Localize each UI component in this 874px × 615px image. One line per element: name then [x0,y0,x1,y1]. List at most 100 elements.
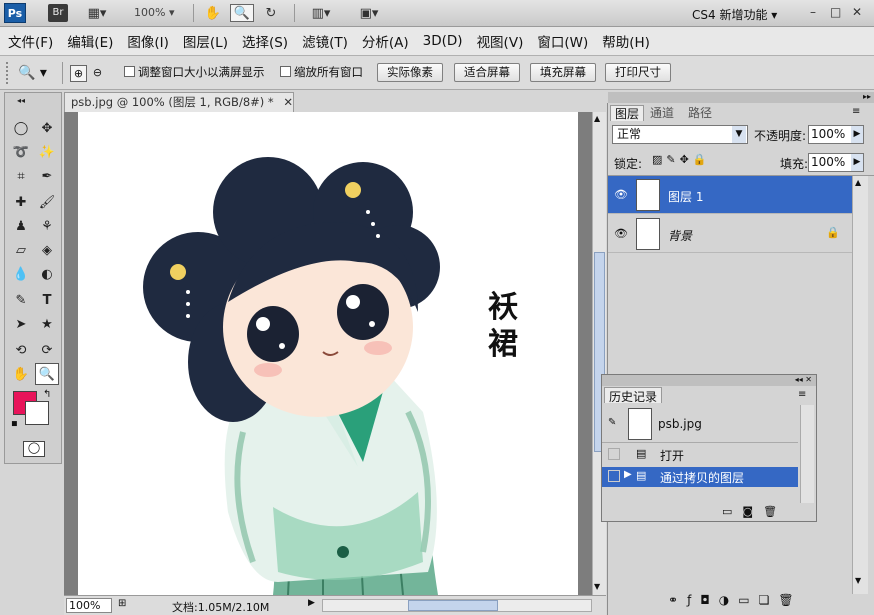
new-group-icon[interactable]: ▭ [738,593,758,607]
magic-wand-icon[interactable]: ✨ [35,141,59,163]
history-source-checkbox[interactable] [608,448,620,460]
layer-mask-icon[interactable]: ◘ [700,593,719,607]
swap-colors-icon[interactable]: ↰ [43,389,51,400]
default-colors-icon[interactable]: ◾ [11,419,18,429]
fill-slider-arrow-icon[interactable]: ▶ [851,154,863,171]
hand-tool-icon[interactable]: ✋ [202,4,224,22]
dodge-icon[interactable]: ◐ [35,263,59,285]
document-canvas[interactable]: 袄 裙 [78,112,578,595]
visibility-eye-icon[interactable]: 👁 [614,227,628,240]
menu-help[interactable]: 帮助(H) [602,31,650,51]
menu-select[interactable]: 选择(S) [242,31,288,51]
status-menu-icon[interactable]: ▶ [308,598,315,608]
options-bar-grip[interactable] [6,62,9,84]
workspace-switcher[interactable]: CS4 新增功能 ▾ [692,6,777,23]
scroll-down-icon[interactable]: ▼ [594,582,600,591]
opacity-slider-arrow-icon[interactable]: ▶ [851,126,863,143]
resize-window-checkbox[interactable] [124,66,135,77]
delete-state-icon[interactable]: 🗑 [763,505,787,518]
arrange-documents-icon[interactable]: ▥▾ [304,4,338,22]
history-step[interactable]: ▤ 打开 [602,445,798,465]
print-size-button[interactable]: 打印尺寸 [605,63,671,82]
status-zoom-field[interactable]: 100% [66,598,112,613]
close-document-icon[interactable]: ✕ [283,95,293,109]
tab-history[interactable]: 历史记录 [604,387,663,404]
restore-button[interactable]: □ [830,5,841,19]
zoom-all-windows-checkbox[interactable] [280,66,291,77]
fill-field[interactable]: 100% ▶ [808,153,864,172]
actual-pixels-button[interactable]: 实际像素 [377,63,443,82]
pen-icon[interactable]: ✎ [9,289,33,311]
blend-mode-select[interactable]: 正常 ▼ [612,125,748,144]
crop-icon[interactable]: ⌗ [9,165,33,187]
new-layer-icon[interactable]: ❏ [759,593,779,607]
scroll-up-icon[interactable]: ▲ [855,178,861,187]
panel-menu-icon[interactable]: ≡ [852,106,860,117]
delete-layer-icon[interactable]: 🗑 [778,593,802,607]
tab-paths[interactable]: 路径 [684,105,716,121]
paint-bucket-icon[interactable]: ◈ [35,239,59,261]
opacity-field[interactable]: 100% ▶ [808,125,864,144]
menu-window[interactable]: 窗口(W) [537,31,588,51]
3d-rotate-icon[interactable]: ⟲ [9,339,33,361]
history-brush-icon[interactable]: ⚘ [35,215,59,237]
history-brush-source-icon[interactable]: ✎ [608,417,616,428]
layer-row-layer1[interactable]: 👁 图层 1 [608,176,852,214]
blur-icon[interactable]: 💧 [9,263,33,285]
rotate-view-icon[interactable]: ↻ [260,4,282,22]
clone-stamp-icon[interactable]: ♟ [9,215,33,237]
menu-view[interactable]: 视图(V) [477,31,524,51]
tab-channels[interactable]: 通道 [646,105,678,121]
horizontal-scrollbar[interactable] [322,599,592,612]
elliptical-marquee-icon[interactable]: ◯ [9,117,33,139]
collapse-toolbox-icon[interactable]: ◂◂ [9,95,33,105]
history-scrollbar[interactable] [800,405,814,503]
menu-layer[interactable]: 图层(L) [183,31,228,51]
new-snapshot-icon[interactable]: ◙ [742,505,763,518]
brush-icon[interactable]: 🖌 [35,191,59,213]
3d-orbit-icon[interactable]: ⟳ [35,339,59,361]
adjustment-layer-icon[interactable]: ◑ [719,593,738,607]
status-preview-icon[interactable]: ⊞ [118,598,126,609]
zoom-level-dropdown[interactable]: 100% ▾ [134,6,174,19]
layer-style-icon[interactable]: ƒ [687,593,700,607]
zoom-icon[interactable]: 🔍 [35,363,59,385]
view-extras-icon[interactable]: ▦▾ [82,4,112,22]
zoom-tool-icon[interactable]: 🔍 [230,4,254,22]
tab-layers[interactable]: 图层 [610,105,645,121]
close-button[interactable]: ✕ [852,5,862,19]
layer-row-background[interactable]: 👁 背景 🔒 [608,215,852,253]
vertical-scrollbar[interactable]: ▲ ▼ [592,112,606,595]
layers-scrollbar[interactable]: ▲ ▼ [852,176,868,594]
history-snapshot-row[interactable]: ✎ psb.jpg [602,405,798,443]
type-tool-icon[interactable]: T [35,289,59,311]
menu-file[interactable]: 文件(F) [8,31,53,51]
fit-screen-button[interactable]: 适合屏幕 [454,63,520,82]
new-document-from-state-icon[interactable]: ▭ [722,505,742,518]
healing-brush-icon[interactable]: ✚ [9,191,33,213]
history-source-checkbox[interactable] [608,470,620,482]
move-tool-icon[interactable]: ✥ [35,117,59,139]
bridge-button[interactable]: Br [48,4,68,22]
menu-edit[interactable]: 编辑(E) [67,31,113,51]
fill-screen-button[interactable]: 填充屏幕 [530,63,596,82]
zoom-in-icon[interactable]: ⊕ [70,65,87,82]
scroll-up-icon[interactable]: ▲ [594,114,600,123]
scroll-down-icon[interactable]: ▼ [855,576,861,585]
custom-shape-icon[interactable]: ★ [35,313,59,335]
history-menu-icon[interactable]: ≡ [798,389,806,400]
eyedropper-icon[interactable]: ✒ [35,165,59,187]
menu-image[interactable]: 图像(I) [127,31,169,51]
document-tab[interactable]: psb.jpg @ 100% (图层 1, RGB/8#) * ✕ [64,92,294,112]
visibility-eye-icon[interactable]: 👁 [614,188,628,201]
history-step-selected[interactable]: ▶ ▤ 通过拷贝的图层 [602,467,798,487]
minimize-button[interactable]: – [810,5,816,19]
quick-mask-icon[interactable]: ◯ [23,441,45,457]
zoom-preset-icon[interactable]: 🔍 ▾ [18,65,47,81]
panel-dock-header[interactable]: ▸▸ [608,92,874,103]
link-layers-icon[interactable]: ⚭ [668,593,687,607]
horizontal-scroll-thumb[interactable] [408,600,498,611]
menu-filter[interactable]: 滤镜(T) [302,31,348,51]
zoom-out-icon[interactable]: ⊖ [89,65,106,82]
path-selection-icon[interactable]: ➤ [9,313,33,335]
